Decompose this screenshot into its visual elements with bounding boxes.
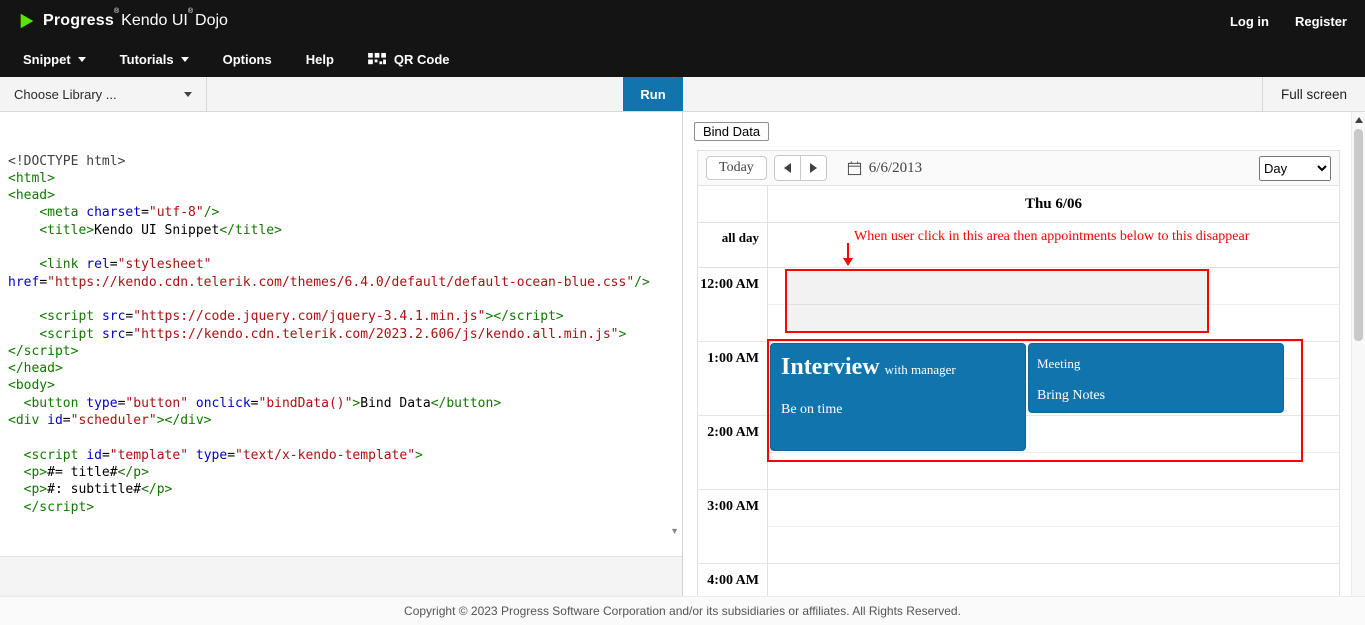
- today-button[interactable]: Today: [706, 156, 767, 180]
- scrollbar-thumb[interactable]: [1354, 129, 1363, 341]
- nav-snippet-label: Snippet: [23, 52, 71, 67]
- next-day-button[interactable]: [800, 155, 827, 181]
- time-label: 3:00 AM: [698, 490, 768, 563]
- page-footer: Copyright © 2023 Progress Software Corpo…: [0, 596, 1365, 625]
- run-button[interactable]: Run: [623, 77, 683, 111]
- library-select[interactable]: Choose Library ...: [0, 77, 207, 111]
- chevron-down-icon: [181, 57, 189, 62]
- preview-scrollbar: [1351, 112, 1365, 596]
- all-day-cell[interactable]: When user click in this area then appoin…: [768, 223, 1339, 267]
- chevron-down-icon: [78, 57, 86, 62]
- current-date-label: 6/6/2013: [869, 160, 922, 177]
- login-link[interactable]: Log in: [1230, 14, 1269, 29]
- fullscreen-button[interactable]: Full screen: [1262, 77, 1365, 111]
- auth-links: Log in Register: [1230, 14, 1347, 29]
- brand-text: Progress®Kendo UI®Dojo: [43, 12, 228, 30]
- calendar-icon: [847, 161, 862, 176]
- preview-pane: Bind Data Today 6/6/2013: [683, 112, 1365, 596]
- nav-qr-code[interactable]: QR Code: [351, 42, 467, 77]
- scrollbar-down-icon[interactable]: ▼: [670, 526, 679, 536]
- nav-options[interactable]: Options: [206, 42, 289, 77]
- day-header: Thu 6/06: [768, 186, 1339, 222]
- time-label: 2:00 AM: [698, 416, 768, 489]
- all-day-row: all day When user click in this area the…: [698, 223, 1339, 268]
- nav-snippet[interactable]: Snippet: [6, 42, 103, 77]
- register-link[interactable]: Register: [1295, 14, 1347, 29]
- annotation-rectangle-empty-slot: [785, 269, 1209, 333]
- arrow-right-icon: [810, 163, 817, 173]
- date-picker-button[interactable]: 6/6/2013: [847, 160, 922, 177]
- copyright-text: Copyright © 2023 Progress Software Corpo…: [404, 604, 961, 618]
- dojo-toolbar: Choose Library ... Run Full screen: [0, 77, 1365, 112]
- code-lines: <!DOCTYPE html><html><head> <meta charse…: [8, 153, 678, 556]
- annotation-arrowhead-icon: [843, 258, 853, 266]
- scheduler-corner-cell: [698, 186, 768, 222]
- nav-help[interactable]: Help: [289, 42, 351, 77]
- annotation-arrow-icon: [847, 243, 849, 259]
- chevron-down-icon: [184, 92, 192, 97]
- time-label: 4:00 AM: [698, 564, 768, 596]
- library-select-value: Choose Library ...: [14, 87, 117, 102]
- time-label: 12:00 AM: [698, 268, 768, 341]
- qr-code-icon: [368, 52, 387, 67]
- annotation-rectangle-events: [767, 339, 1303, 462]
- scheduler-content: 12:00 AM 1:00 AM 2:00 AM 3:00 AM 4:00 AM: [698, 268, 1339, 596]
- all-day-label: all day: [698, 223, 768, 267]
- annotation-text: When user click in this area then appoin…: [854, 229, 1249, 245]
- time-label: 1:00 AM: [698, 342, 768, 415]
- progress-logo[interactable]: Progress®Kendo UI®Dojo: [18, 12, 228, 30]
- main-area: <!DOCTYPE html><html><head> <meta charse…: [0, 112, 1365, 596]
- prev-day-button[interactable]: [774, 155, 801, 181]
- events-layer: Interviewwith manager Be on time Meeting…: [768, 268, 1339, 596]
- scheduler-nav: [774, 155, 827, 181]
- scrollbar-up-icon[interactable]: [1352, 112, 1365, 127]
- top-header: Progress®Kendo UI®Dojo Log in Register: [0, 0, 1365, 42]
- nav-qr-label: QR Code: [394, 52, 450, 67]
- bind-data-button[interactable]: Bind Data: [694, 122, 769, 141]
- nav-tutorials[interactable]: Tutorials: [103, 42, 206, 77]
- code-editor-pane: <!DOCTYPE html><html><head> <meta charse…: [0, 112, 683, 596]
- arrow-left-icon: [784, 163, 791, 173]
- nav-options-label: Options: [223, 52, 272, 67]
- scheduler-day-header-row: Thu 6/06: [698, 186, 1339, 223]
- main-nav: Snippet Tutorials Options Help QR Code: [0, 42, 1365, 77]
- nav-help-label: Help: [306, 52, 334, 67]
- editor-bottom-filler: [0, 556, 682, 596]
- triangle-up-icon: [1355, 117, 1363, 123]
- progress-logo-icon: [18, 12, 36, 30]
- scheduler-widget: Today 6/6/2013 Day: [697, 150, 1340, 596]
- view-select[interactable]: Day: [1259, 156, 1331, 181]
- scheduler-toolbar: Today 6/6/2013 Day: [698, 151, 1339, 186]
- code-editor[interactable]: <!DOCTYPE html><html><head> <meta charse…: [0, 112, 682, 556]
- nav-tutorials-label: Tutorials: [120, 52, 174, 67]
